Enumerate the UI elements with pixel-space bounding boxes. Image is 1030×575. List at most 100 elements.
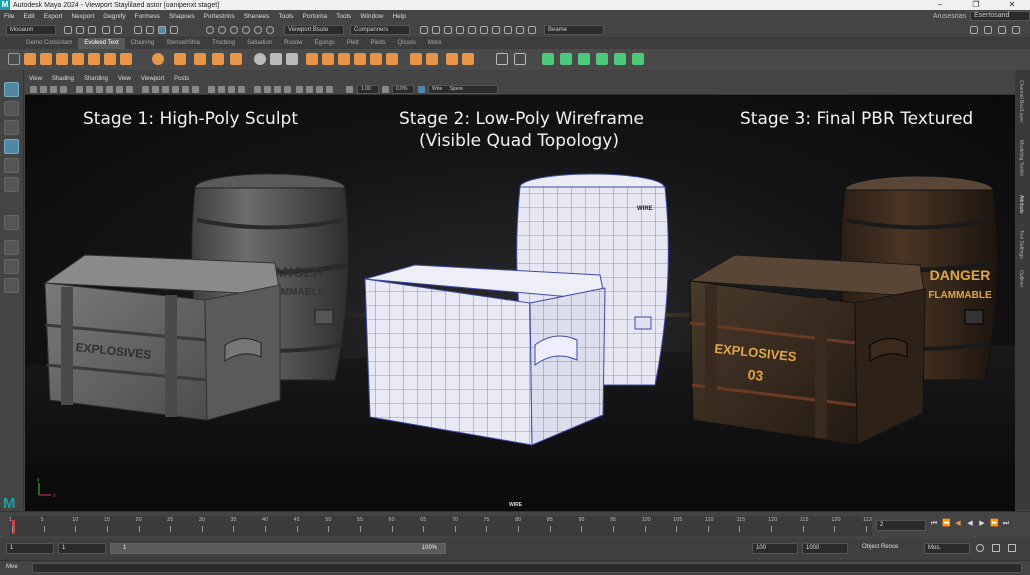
shelf-settings-icon[interactable] [8,53,20,65]
viewport-menu-viewport[interactable]: Viewport [141,74,164,84]
safe-action-icon[interactable] [126,86,133,93]
tab-shelf-1[interactable]: Evoleed Text [78,38,125,49]
menu-gegnify[interactable]: Gegnify [103,13,125,20]
combine-icon[interactable] [174,53,186,65]
undo-icon[interactable] [102,26,110,34]
components-dropdown[interactable]: Companners [350,25,410,35]
graph-editor-icon[interactable] [504,26,512,34]
new-scene-icon[interactable] [64,26,72,34]
current-frame-field[interactable]: 2 [876,520,926,531]
fill-hole-icon[interactable] [354,53,366,65]
select-tool-icon[interactable] [4,82,19,97]
camera-icon[interactable] [30,86,37,93]
image-plane-icon[interactable] [60,86,67,93]
menu-formess[interactable]: Formess [135,13,160,20]
gamma-icon[interactable] [316,86,323,93]
exposure-icon[interactable] [306,86,313,93]
menu-tools-2[interactable]: Tools [336,13,351,20]
snap-grid-icon[interactable] [170,26,178,34]
curve-tool-icon[interactable] [496,53,508,65]
animation-end-field[interactable]: 1000 [802,543,848,554]
outliner-icon[interactable] [516,26,524,34]
motion-blur-icon[interactable] [218,86,225,93]
render-view-icon[interactable] [468,26,476,34]
tab-attribute[interactable]: Attribute [1018,195,1024,214]
xray-components-icon[interactable] [284,86,291,93]
edge-loop-icon[interactable] [446,53,458,65]
uv-planar-icon[interactable] [614,53,626,65]
tab-shelf-9[interactable]: Pieds [365,38,392,49]
bevel-icon[interactable] [338,53,350,65]
viewport-menu-sharding[interactable]: Sharding [84,74,108,84]
menu-file[interactable]: File [4,13,14,20]
close-button[interactable]: ✕ [994,0,1030,10]
open-scene-icon[interactable] [76,26,84,34]
poly-cylinder-icon[interactable] [56,53,68,65]
go-to-start-icon[interactable]: ⏮ [930,520,938,528]
workspace-dropdown[interactable]: Esertosand [970,11,1030,21]
viewport-menu-view-2[interactable]: View [118,74,131,84]
menuset-dropdown[interactable]: Mooaum [6,25,56,35]
poly-plane-icon[interactable] [104,53,116,65]
multi-cut-icon[interactable] [410,53,422,65]
single-view-icon[interactable] [4,240,19,255]
tab-shelf-0[interactable]: Gemo Consistam [20,38,78,49]
menu-portestrins[interactable]: Portestrins [204,13,235,20]
wire-on-shaded-icon[interactable] [162,86,169,93]
shading-mode-dropdown[interactable]: Wire Spere [428,85,498,94]
view-transform-icon[interactable] [326,86,333,93]
step-forward-key-icon[interactable]: ⏩ [990,520,999,528]
menu-shenees[interactable]: Shenees [244,13,270,20]
last-tool-icon[interactable] [4,215,19,230]
command-input[interactable] [32,563,1022,573]
anti-alias-icon[interactable] [228,86,235,93]
snap-surface-icon[interactable] [242,26,250,34]
uv-cut-icon[interactable] [578,53,590,65]
attribute-editor-icon[interactable] [998,26,1006,34]
tab-outliner[interactable]: Outliner [1018,270,1024,288]
paint-select-icon[interactable] [4,120,19,135]
type-icon[interactable] [230,53,242,65]
link-icon[interactable] [976,544,984,552]
viewport-menu-view[interactable]: View [29,74,42,84]
snap-live-icon[interactable] [254,26,262,34]
shading-mode-icon[interactable] [418,86,425,93]
animation-start-field[interactable]: 1 [6,543,54,554]
poly-disc-icon[interactable] [120,53,132,65]
step-back-key-icon[interactable]: ⏪ [942,520,951,528]
playback-start-field[interactable]: 1 [58,543,106,554]
viewport-dropdown[interactable]: Viewport Bsute [284,25,344,35]
tab-shelf-3[interactable]: Stensel/Shia [160,38,206,49]
poly-cube-icon[interactable] [40,53,52,65]
smooth-shade-icon[interactable] [152,86,159,93]
grid-toggle-icon[interactable] [76,86,83,93]
textured-icon[interactable] [172,86,179,93]
playback-end-field[interactable]: 100 [752,543,798,554]
xray-icon[interactable] [264,86,271,93]
auto-key-icon[interactable] [1008,544,1016,552]
depth-of-field-icon[interactable] [238,86,245,93]
anim-prefs-icon[interactable] [992,544,1000,552]
rotate-tool-icon[interactable] [4,158,19,173]
select-component-icon[interactable] [158,26,166,34]
channel-box-icon[interactable] [1012,26,1020,34]
poly-torus-icon[interactable] [88,53,100,65]
viewport-menu-posts[interactable]: Posts [174,74,189,84]
play-forward-icon[interactable]: ▶ [978,520,986,528]
exposure-field[interactable]: 1.00 [357,85,379,94]
poly-sphere-icon[interactable] [24,53,36,65]
menu-export[interactable]: Export [44,13,63,20]
bookmark-icon[interactable] [50,86,57,93]
bridge-icon[interactable] [322,53,334,65]
save-scene-icon[interactable] [88,26,96,34]
tab-shelf-4[interactable]: Trocbing [206,38,241,49]
lasso-tool-icon[interactable] [4,101,19,116]
uv-editor-icon[interactable] [492,26,500,34]
ipr-render-icon[interactable] [432,26,440,34]
play-back-icon[interactable]: ◀ [966,520,974,528]
menu-edit[interactable]: Edit [23,13,34,20]
svg-tool-icon[interactable] [212,53,224,65]
mode-dropdown[interactable]: Mos. [924,543,970,554]
render-settings-icon[interactable] [444,26,452,34]
snap-view-icon[interactable] [230,26,238,34]
